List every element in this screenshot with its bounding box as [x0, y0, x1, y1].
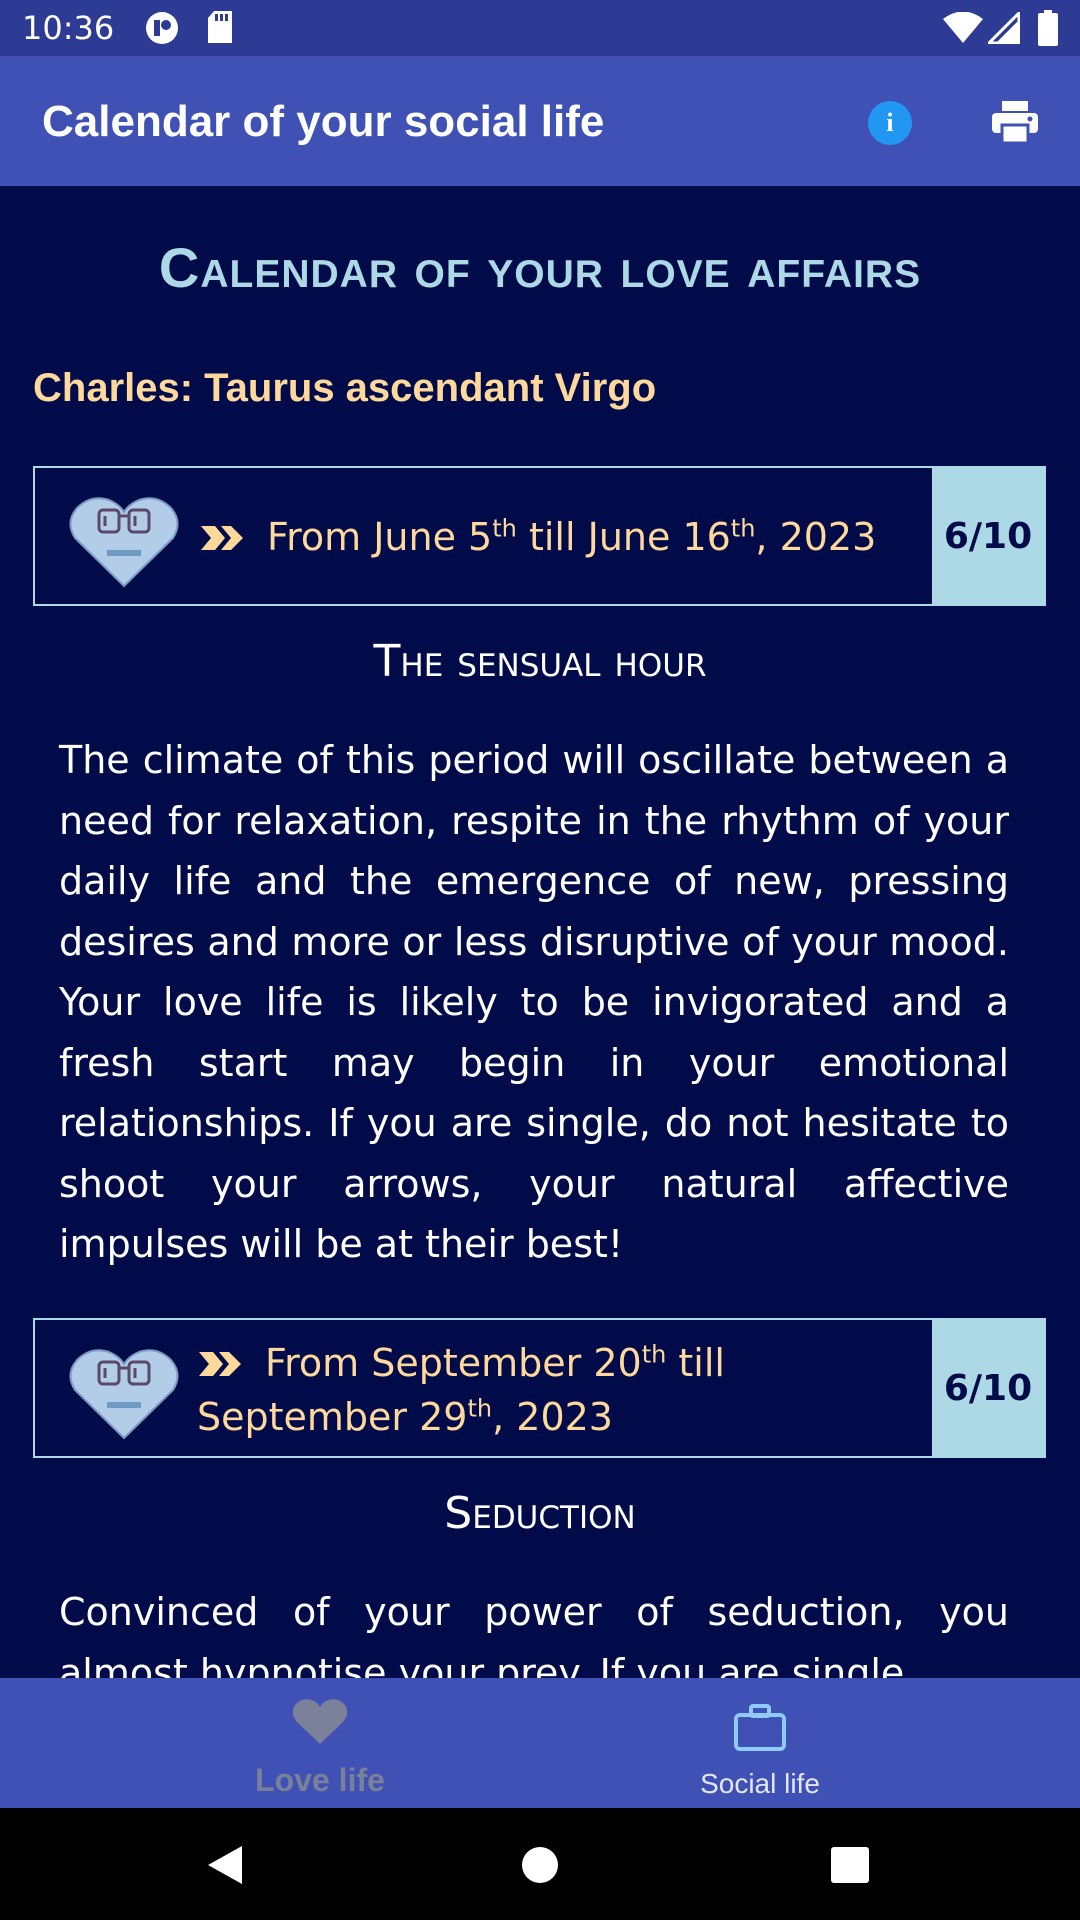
info-icon: i — [886, 108, 894, 137]
recents-icon[interactable] — [830, 1846, 870, 1886]
rating-badge: 6/10 — [932, 1320, 1044, 1456]
period-header: From September 20th till September 29th,… — [33, 1318, 1046, 1458]
nav-item-social-life[interactable]: Social life — [490, 1678, 1030, 1808]
content-scroll-area[interactable]: Calendar of your love affairs Charles: T… — [0, 186, 1080, 1678]
section-heading: The sensual hour — [373, 636, 707, 687]
status-time: 10:36 — [22, 9, 115, 47]
period-dates: From June 5th till June 16th, 2023 — [267, 514, 877, 559]
double-arrow-icon — [201, 526, 243, 550]
subject-line: Charles: Taurus ascendant Virgo — [33, 366, 657, 410]
sd-card-icon — [208, 11, 232, 43]
page-title: Calendar of your love affairs — [158, 236, 922, 299]
info-button[interactable]: i — [868, 101, 912, 145]
heart-face-icon — [69, 497, 179, 588]
home-icon[interactable] — [520, 1844, 560, 1884]
heart-face-icon — [69, 1349, 179, 1440]
period-header: From June 5th till June 16th, 2023 6/10 — [33, 466, 1046, 606]
rating-badge: 6/10 — [932, 468, 1044, 604]
nav-label: Social life — [700, 1768, 820, 1799]
print-icon[interactable] — [990, 101, 1040, 145]
cellular-signal-icon — [988, 12, 1020, 44]
app-title: Calendar of your social life — [42, 97, 605, 146]
app-notification-icon — [146, 12, 178, 44]
system-navigation-bar — [0, 1808, 1080, 1920]
battery-icon — [1038, 10, 1058, 46]
briefcase-icon — [734, 1704, 786, 1751]
section-heading: Seduction — [444, 1488, 636, 1539]
bottom-navigation: Love life Social life — [0, 1678, 1080, 1808]
app-bar: Calendar of your social life i — [0, 56, 1080, 186]
heart-icon — [292, 1699, 348, 1744]
section-body: Convinced of your power of seduction, yo… — [59, 1590, 1009, 1678]
back-icon[interactable] — [204, 1844, 246, 1886]
period-dates: From September 20th till September 29th,… — [197, 1340, 725, 1439]
wifi-icon — [943, 12, 983, 43]
section-body: The climate of this period will oscillat… — [59, 738, 1009, 1266]
status-bar: 10:36 — [0, 0, 1080, 56]
app-screen: 10:36 Calendar of your social life i Cal… — [0, 0, 1080, 1920]
